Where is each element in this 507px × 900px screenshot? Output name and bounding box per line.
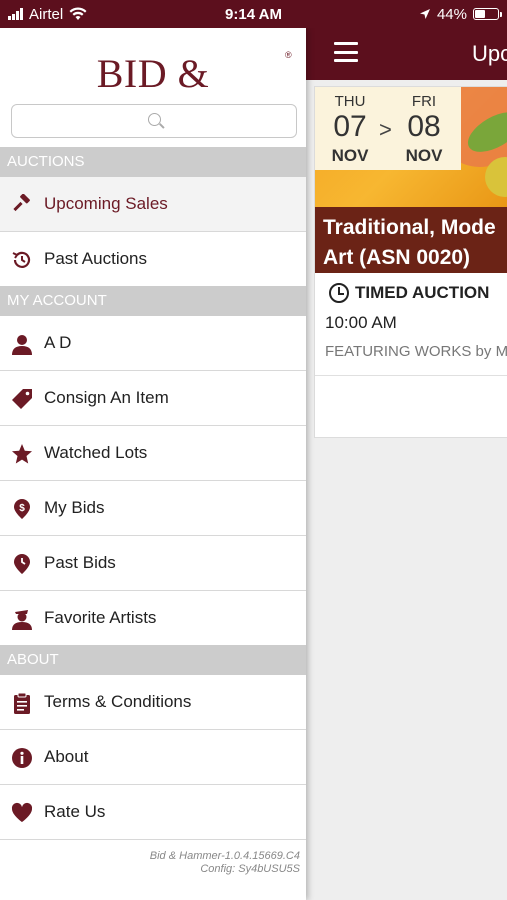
menu-label: My Bids [44,498,105,517]
clock-icon [329,283,349,303]
info-icon [11,747,33,769]
menu-label: About [44,747,89,766]
auction-type-label: TIMED AUCTION [355,283,490,302]
hamburger-menu-button[interactable] [334,42,358,62]
menu-label: Favorite Artists [44,608,157,627]
status-bar: Airtel 9:14 AM 44% [0,0,507,28]
star-icon [11,443,33,465]
auction-title-line2: Art (ASN 0020) [323,246,471,269]
menu-label: Terms & Conditions [44,692,192,711]
date-range: THU 07 NOV > FRI 08 NOV [315,87,461,170]
status-right: 44% [419,0,502,28]
start-date: THU 07 NOV [322,93,378,166]
wifi-icon [69,7,87,20]
auction-title-line1: Traditional, Mode [323,216,496,239]
menu-label: Rate Us [44,802,106,821]
menu-label: Upcoming Sales [44,194,168,213]
end-dow: FRI [411,93,437,110]
status-left: Airtel [8,0,87,28]
start-dow: THU [334,93,366,110]
menu-label: A D [44,333,72,352]
end-day: 08 [407,110,441,143]
clipboard-icon [11,692,33,714]
tag-icon [11,388,33,410]
main-content: Upc THU 07 NOV > FRI 08 NOV Traditional,… [306,28,507,900]
history-icon [11,249,33,271]
artist-icon [11,608,33,630]
svg-text:$: $ [19,503,25,514]
menu-item-watched-lots[interactable]: Watched Lots [0,426,306,481]
menu-item-past-auctions[interactable]: Past Auctions [0,232,306,287]
section-header-about: ABOUT [0,645,306,675]
menu-label: Consign An Item [44,388,169,407]
search-input[interactable] [11,104,297,138]
auction-featuring: FEATURING WORKS by M [325,343,507,360]
date-arrow: > [379,117,392,142]
heart-icon [11,802,33,824]
version-info: Bid & Hammer-1.0.4.15669.C4 Config: Sy4b… [150,850,300,876]
menu-item-about[interactable]: About [0,730,306,785]
menu-item-favorite-artists[interactable]: Favorite Artists [0,591,306,646]
menu-item-consign[interactable]: Consign An Item [0,371,306,426]
search-icon [148,113,161,126]
menu-label: Past Bids [44,553,116,572]
config-line: Config: Sy4bUSU5S [200,863,300,875]
battery-icon [473,8,502,20]
header-title: Upc [472,41,507,66]
section-header-auctions: AUCTIONS [0,147,306,177]
clock-pin-icon [11,553,33,575]
auction-title: Traditional, Mode Art (ASN 0020) [315,207,507,273]
end-month: NOV [405,146,443,165]
menu-item-my-bids[interactable]: $ My Bids [0,481,306,536]
auction-card[interactable]: THU 07 NOV > FRI 08 NOV Traditional, Mod… [314,86,507,438]
location-arrow-icon [419,9,430,19]
menu-item-profile[interactable]: A D [0,316,306,371]
menu-item-past-bids[interactable]: Past Bids [0,536,306,591]
auction-time: 10:00 AM [325,313,397,332]
navigation-drawer: BID & HAMMER ® AUCTIONS Upcoming Sales P… [0,28,306,900]
registered-mark: ® [285,50,292,60]
menu-item-rate-us[interactable]: Rate Us [0,785,306,840]
start-day: 07 [333,110,367,143]
menu-item-upcoming-sales[interactable]: Upcoming Sales [0,177,306,232]
auction-type: TIMED AUCTION [329,283,489,303]
end-date: FRI 08 NOV [396,93,452,166]
menu-label: Watched Lots [44,443,148,462]
start-month: NOV [331,146,369,165]
menu-label: Past Auctions [44,249,148,268]
gavel-icon [11,194,33,216]
main-header: Upc [306,28,507,80]
battery-percent: 44% [436,5,467,23]
version-line: Bid & Hammer-1.0.4.15669.C4 [149,850,300,862]
carrier-label: Airtel [29,5,64,23]
signal-icon [8,8,23,20]
user-icon [11,333,33,355]
menu-item-terms[interactable]: Terms & Conditions [0,675,306,730]
section-header-my-account: MY ACCOUNT [0,286,306,316]
dollar-pin-icon: $ [11,498,33,520]
card-divider [315,375,507,376]
